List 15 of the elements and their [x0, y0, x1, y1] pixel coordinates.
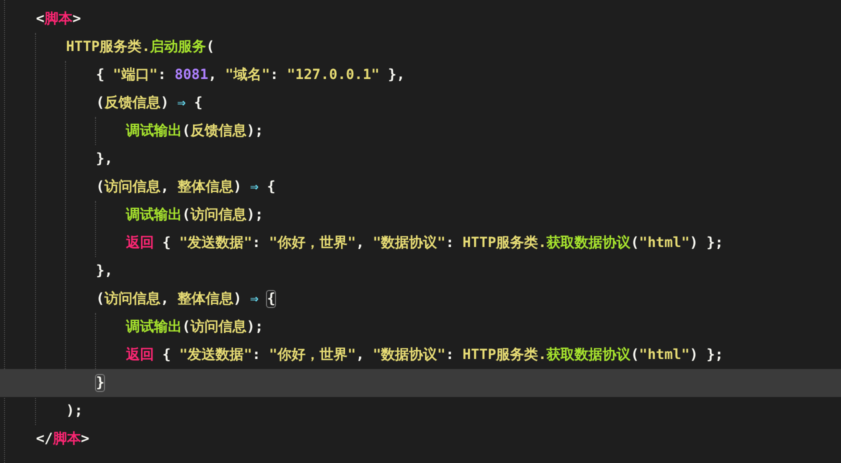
- code-line: (反馈信息) ⇒ {: [96, 94, 204, 113]
- code-line: 调试输出(反馈信息);: [126, 122, 264, 141]
- code-line: 返回 { "发送数据": "你好，世界", "数据协议": HTTP服务类.获取数据协议("html") };: [126, 234, 724, 253]
- code-line: HTTP服务类.启动服务(: [66, 38, 216, 57]
- code-line: </脚本>: [36, 430, 90, 449]
- code-line: },: [96, 262, 114, 281]
- code-line: 调试输出(访问信息);: [126, 318, 264, 337]
- code-line: { "端口": 8081, "域名": "127.0.0.1" },: [96, 66, 406, 85]
- code-line: 调试输出(访问信息);: [126, 206, 264, 225]
- code-line: },: [96, 150, 114, 169]
- code-line: 返回 { "发送数据": "你好，世界", "数据协议": HTTP服务类.获取数据协议("html") };: [126, 346, 724, 365]
- code-line: <脚本>: [36, 10, 82, 29]
- code-line: );: [66, 402, 84, 421]
- code-line: (访问信息, 整体信息) ⇒ {: [96, 290, 276, 309]
- code-line: (访问信息, 整体信息) ⇒ {: [96, 178, 276, 197]
